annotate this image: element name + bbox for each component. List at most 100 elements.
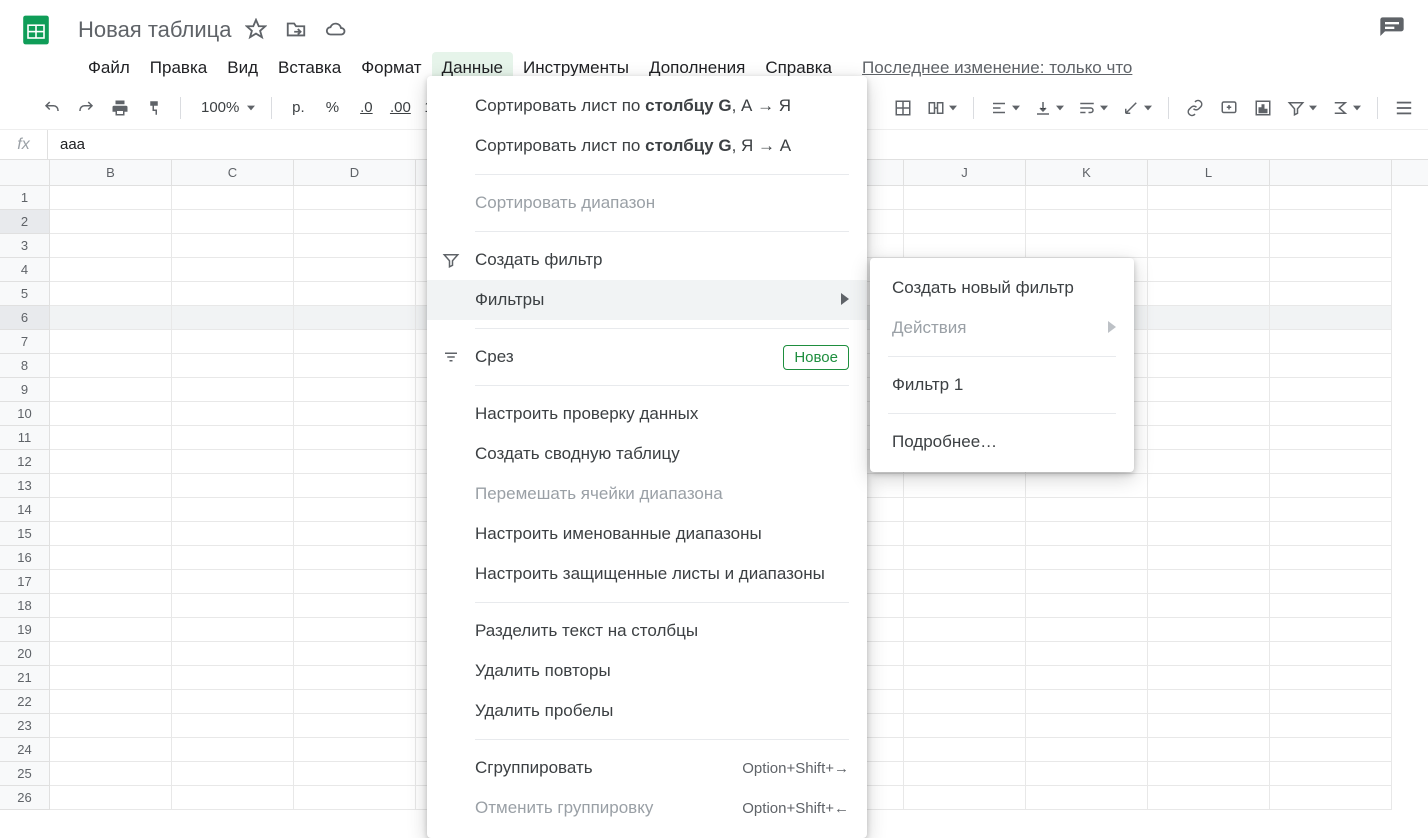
cell[interactable] [294, 714, 416, 738]
cell[interactable] [1270, 786, 1392, 810]
cell[interactable] [294, 282, 416, 306]
row-header[interactable]: 1 [0, 186, 50, 210]
wrap-dropdown[interactable] [1074, 99, 1112, 117]
cell[interactable] [1270, 666, 1392, 690]
cell[interactable] [294, 594, 416, 618]
cell[interactable] [1148, 738, 1270, 762]
row-header[interactable]: 9 [0, 378, 50, 402]
cell[interactable] [1270, 450, 1392, 474]
cell[interactable] [50, 570, 172, 594]
cell[interactable] [50, 618, 172, 642]
cell[interactable] [1270, 282, 1392, 306]
row-header[interactable]: 4 [0, 258, 50, 282]
cell[interactable] [294, 618, 416, 642]
cell[interactable] [1148, 186, 1270, 210]
row-header[interactable]: 8 [0, 354, 50, 378]
cell[interactable] [294, 786, 416, 810]
cell[interactable] [50, 282, 172, 306]
row-header[interactable]: 6 [0, 306, 50, 330]
row-header[interactable]: 17 [0, 570, 50, 594]
cell[interactable] [50, 594, 172, 618]
cell[interactable] [172, 714, 294, 738]
cell[interactable] [1148, 762, 1270, 786]
cell[interactable] [1148, 522, 1270, 546]
undo-icon[interactable] [38, 94, 66, 122]
cell[interactable] [1148, 426, 1270, 450]
menuitem-named-ranges[interactable]: Настроить именованные диапазоны [427, 514, 867, 554]
col-header[interactable]: J [904, 160, 1026, 185]
cell[interactable] [172, 306, 294, 330]
cell[interactable] [904, 762, 1026, 786]
row-header[interactable]: 15 [0, 522, 50, 546]
cell[interactable] [1148, 714, 1270, 738]
cell[interactable] [1026, 786, 1148, 810]
cell[interactable] [1026, 234, 1148, 258]
merge-dropdown[interactable] [923, 99, 961, 117]
cell[interactable] [1148, 618, 1270, 642]
cell[interactable] [294, 498, 416, 522]
row-header[interactable]: 22 [0, 690, 50, 714]
cell[interactable] [172, 522, 294, 546]
cell[interactable] [50, 210, 172, 234]
row-header[interactable]: 14 [0, 498, 50, 522]
cell[interactable] [1270, 426, 1392, 450]
cell[interactable] [172, 738, 294, 762]
cell[interactable] [294, 546, 416, 570]
cell[interactable] [1148, 570, 1270, 594]
cell[interactable] [1148, 786, 1270, 810]
cell[interactable] [172, 186, 294, 210]
cell[interactable] [1270, 690, 1392, 714]
menuitem-trim-whitespace[interactable]: Удалить пробелы [427, 691, 867, 731]
cell[interactable] [50, 426, 172, 450]
cell[interactable] [1148, 474, 1270, 498]
menu-view[interactable]: Вид [217, 52, 268, 84]
cell[interactable] [1148, 546, 1270, 570]
cell[interactable] [50, 474, 172, 498]
cell[interactable] [50, 402, 172, 426]
cloud-icon[interactable] [325, 18, 347, 43]
cell[interactable] [904, 690, 1026, 714]
cell[interactable] [904, 642, 1026, 666]
row-header[interactable]: 11 [0, 426, 50, 450]
cell[interactable] [1270, 378, 1392, 402]
cell[interactable] [1270, 330, 1392, 354]
submenu-filter-1[interactable]: Фильтр 1 [870, 365, 1134, 405]
cell[interactable] [904, 210, 1026, 234]
cell[interactable] [1026, 594, 1148, 618]
cell[interactable] [904, 666, 1026, 690]
cell[interactable] [904, 522, 1026, 546]
row-header[interactable]: 24 [0, 738, 50, 762]
cell[interactable] [1026, 474, 1148, 498]
paint-format-icon[interactable] [140, 94, 168, 122]
cell[interactable] [1148, 378, 1270, 402]
cell[interactable] [294, 330, 416, 354]
insert-comment-icon[interactable] [1215, 94, 1243, 122]
cell[interactable] [172, 594, 294, 618]
cell[interactable] [1270, 474, 1392, 498]
cell[interactable] [294, 378, 416, 402]
cell[interactable] [172, 258, 294, 282]
menu-insert[interactable]: Вставка [268, 52, 351, 84]
zoom-dropdown[interactable]: 100% [193, 99, 259, 116]
cell[interactable] [50, 666, 172, 690]
col-header[interactable]: L [1148, 160, 1270, 185]
comments-icon[interactable] [1378, 15, 1406, 46]
cell[interactable] [50, 498, 172, 522]
submenu-create-new-filter[interactable]: Создать новый фильтр [870, 268, 1134, 308]
cell[interactable] [172, 378, 294, 402]
cell[interactable] [1026, 666, 1148, 690]
cell[interactable] [1148, 666, 1270, 690]
row-header[interactable]: 13 [0, 474, 50, 498]
cell[interactable] [1026, 498, 1148, 522]
cell[interactable] [904, 498, 1026, 522]
cell[interactable] [1270, 402, 1392, 426]
cell[interactable] [294, 306, 416, 330]
cell[interactable] [1148, 258, 1270, 282]
cell[interactable] [172, 786, 294, 810]
menuitem-pivot[interactable]: Создать сводную таблицу [427, 434, 867, 474]
cell[interactable] [1270, 306, 1392, 330]
cell[interactable] [1148, 402, 1270, 426]
redo-icon[interactable] [72, 94, 100, 122]
borders-icon[interactable] [889, 94, 917, 122]
select-all-corner[interactable] [0, 160, 50, 185]
